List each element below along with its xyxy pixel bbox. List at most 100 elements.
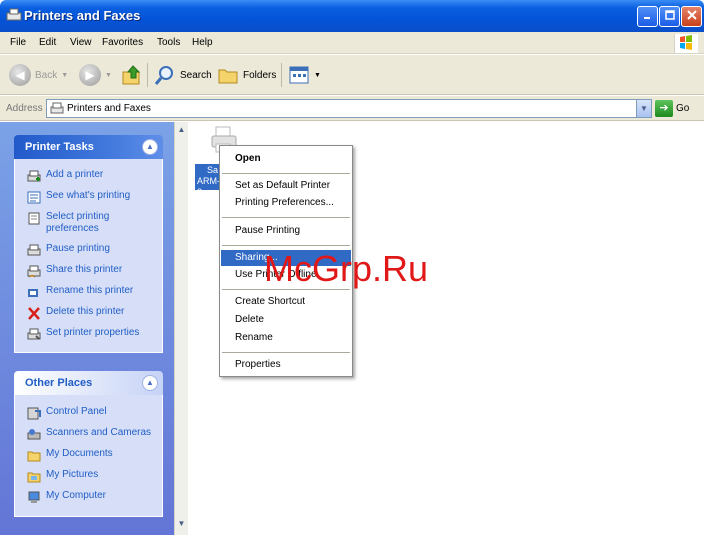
go-label[interactable]: Go <box>676 103 689 114</box>
task-label: Add a printer <box>46 169 104 180</box>
add-printer-icon <box>27 170 41 182</box>
task-delete-printer[interactable]: Delete this printer <box>27 306 162 320</box>
ctx-create-shortcut[interactable]: Create Shortcut <box>221 294 351 310</box>
printer-tasks-panel: Add a printer See what's printing Select… <box>14 159 163 353</box>
windows-flag-icon <box>680 35 692 50</box>
ctx-delete[interactable]: Delete <box>221 312 351 328</box>
menu-tools[interactable]: Tools <box>157 37 180 48</box>
views-dropdown-icon: ▼ <box>314 71 321 79</box>
menu-help[interactable]: Help <box>192 37 213 48</box>
windows-logo <box>674 34 698 53</box>
task-add-printer[interactable]: Add a printer <box>27 169 162 183</box>
printer-folder-icon <box>50 102 64 114</box>
minimize-button[interactable] <box>637 6 658 27</box>
folders-button[interactable]: Folders <box>217 63 276 87</box>
properties-icon <box>27 328 41 340</box>
printer-tasks-title: Printer Tasks <box>25 141 94 153</box>
menu-bar: File Edit View Favorites Tools Help <box>0 32 704 54</box>
back-label: Back <box>35 69 58 81</box>
close-icon <box>686 10 697 20</box>
other-places-header[interactable]: Other Places ▲ <box>14 371 163 395</box>
pictures-folder-icon <box>27 472 41 483</box>
up-folder-icon <box>122 65 141 85</box>
maximize-button[interactable] <box>659 6 680 27</box>
forward-arrow-icon: ▶ <box>79 64 101 86</box>
ctx-separator <box>222 217 350 218</box>
forward-button[interactable]: ▶ ▼ <box>79 63 112 87</box>
place-label: My Computer <box>46 490 107 501</box>
place-my-pictures[interactable]: My Pictures <box>27 469 162 483</box>
scroll-down-icon[interactable]: ▼ <box>176 518 187 530</box>
task-rename-printer[interactable]: Rename this printer <box>27 285 162 299</box>
chevron-up-icon[interactable]: ▲ <box>142 375 158 391</box>
toolbar-separator <box>147 63 148 87</box>
pause-printer-icon <box>27 244 41 256</box>
address-input[interactable]: Printers and Faxes ▼ <box>46 99 652 118</box>
address-dropdown-button[interactable]: ▼ <box>636 100 651 117</box>
folders-label: Folders <box>243 69 277 81</box>
scroll-up-icon[interactable]: ▲ <box>176 124 187 136</box>
menu-edit[interactable]: Edit <box>39 37 56 48</box>
rename-icon <box>28 289 38 297</box>
place-label: My Documents <box>46 448 113 459</box>
folder-icon <box>27 451 41 462</box>
ctx-open[interactable]: Open <box>221 151 351 167</box>
other-places-title: Other Places <box>25 377 93 389</box>
printer-name-line1: Sa <box>207 165 219 175</box>
task-select-preferences[interactable]: Select printing preferences <box>27 211 162 235</box>
task-see-printing[interactable]: See what's printing <box>27 190 162 204</box>
place-label: My Pictures <box>46 469 99 480</box>
menu-favorites[interactable]: Favorites <box>102 37 143 48</box>
vertical-scrollbar[interactable]: ▲ ▼ <box>174 122 188 535</box>
printer-name-label[interactable]: Sa ARM-3 <box>195 164 221 190</box>
task-share-printer[interactable]: Share this printer <box>27 264 162 278</box>
place-label: Control Panel <box>46 406 107 417</box>
folders-icon <box>218 69 238 84</box>
views-button[interactable]: ▼ <box>288 63 321 87</box>
ctx-properties[interactable]: Properties <box>221 357 351 373</box>
preferences-icon <box>28 212 40 225</box>
delete-x-icon <box>28 307 40 320</box>
go-arrow-icon: ➔ <box>659 102 669 114</box>
scanner-icon <box>27 429 41 440</box>
place-control-panel[interactable]: Control Panel <box>27 406 162 420</box>
search-label: Search <box>180 69 212 81</box>
other-places-panel: Control Panel Scanners and Cameras My Do… <box>14 395 163 517</box>
place-label: Scanners and Cameras <box>46 427 152 438</box>
ctx-separator <box>222 352 350 353</box>
place-my-computer[interactable]: My Computer <box>27 490 162 504</box>
up-folder-button[interactable] <box>121 63 143 87</box>
task-label: Pause printing <box>46 243 110 254</box>
ctx-set-default[interactable]: Set as Default Printer <box>221 178 351 194</box>
task-label: Select printing preferences <box>46 211 110 234</box>
place-my-documents[interactable]: My Documents <box>27 448 162 462</box>
chevron-down-icon: ▼ <box>640 104 648 113</box>
watermark-text: McGrp.Ru <box>264 248 429 289</box>
ctx-pause-printing[interactable]: Pause Printing <box>221 223 351 239</box>
printer-folder-icon <box>6 8 22 21</box>
back-dropdown-icon: ▼ <box>61 71 69 79</box>
search-icon <box>154 66 173 85</box>
close-button[interactable] <box>681 6 702 27</box>
ctx-separator <box>222 173 350 174</box>
chevron-up-icon[interactable]: ▲ <box>142 139 158 155</box>
task-pause-printing[interactable]: Pause printing <box>27 243 162 257</box>
menu-view[interactable]: View <box>70 37 92 48</box>
back-arrow-icon: ◀ <box>9 64 31 86</box>
ctx-separator <box>222 245 350 246</box>
task-label: See what's printing <box>46 190 131 201</box>
title-bar[interactable]: Printers and Faxes <box>0 0 704 32</box>
ctx-rename[interactable]: Rename <box>221 330 351 346</box>
menu-file[interactable]: File <box>10 37 26 48</box>
ctx-printing-preferences[interactable]: Printing Preferences... <box>221 195 351 211</box>
search-button[interactable]: Search <box>154 63 212 87</box>
printer-name-line2: ARM-3 <box>197 176 220 190</box>
address-label: Address <box>6 103 43 114</box>
printer-tasks-header[interactable]: Printer Tasks ▲ <box>14 135 163 159</box>
place-scanners-cameras[interactable]: Scanners and Cameras <box>27 427 162 441</box>
address-bar: Address Printers and Faxes ▼ ➔ Go <box>0 96 704 121</box>
go-button[interactable]: ➔ <box>655 100 673 117</box>
task-printer-properties[interactable]: Set printer properties <box>27 327 162 341</box>
back-button[interactable]: ◀ Back ▼ <box>9 63 68 87</box>
computer-icon <box>28 491 40 503</box>
